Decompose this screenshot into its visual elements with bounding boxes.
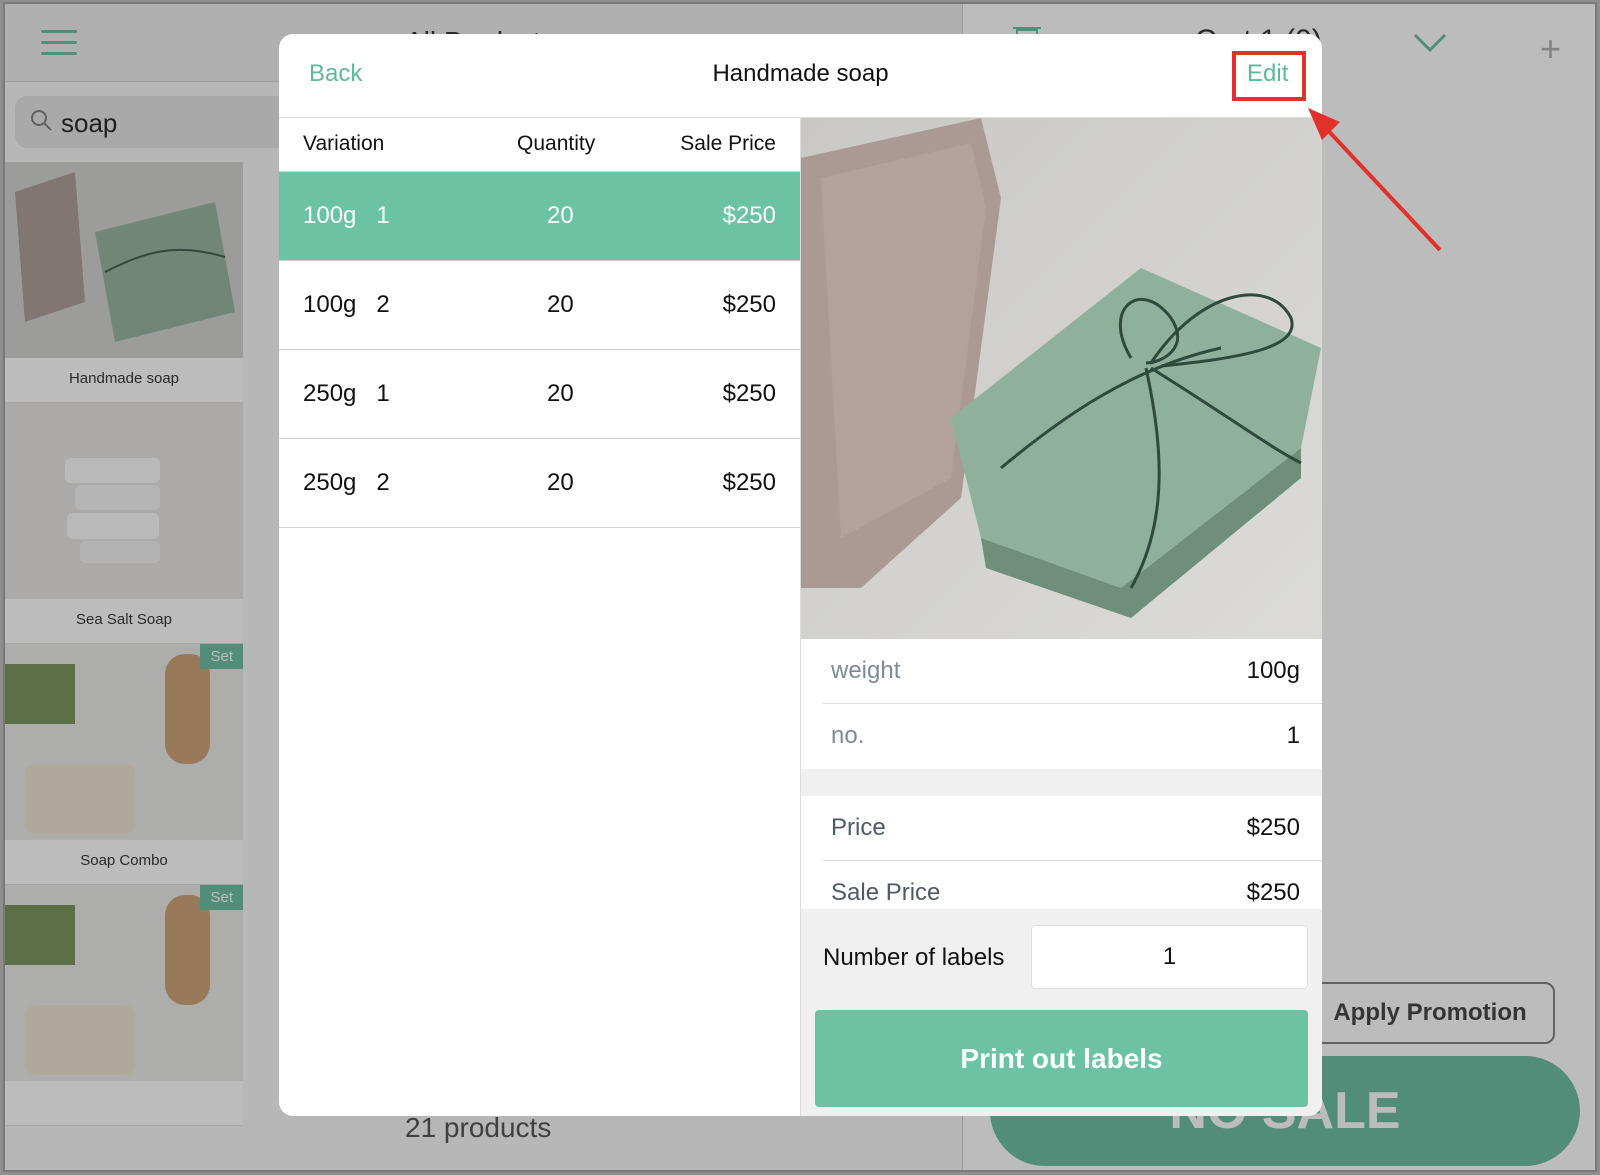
price-row: Price $250 xyxy=(823,796,1322,861)
table-row[interactable]: 100g 1 20 $250 xyxy=(279,172,800,261)
back-button[interactable]: Back xyxy=(309,60,362,88)
variation-cell: 250g 2 xyxy=(303,469,390,496)
quantity-cell: 20 xyxy=(547,291,574,318)
sale-price-cell: $250 xyxy=(722,291,776,318)
variation-table: Variation Quantity Sale Price 100g 1 20 … xyxy=(279,118,800,528)
arrow-annotation-icon xyxy=(1308,108,1442,252)
attribute-list: weight 100g no. 1 xyxy=(801,639,1322,769)
attribute-value: 100g xyxy=(1246,657,1300,684)
attribute-value: 1 xyxy=(1286,722,1300,749)
variation-cell: 250g 1 xyxy=(303,380,390,407)
sale-price-row: Sale Price $250 xyxy=(823,861,1322,909)
sale-price-cell: $250 xyxy=(722,202,776,229)
price-key: Sale Price xyxy=(831,879,941,906)
price-value: $250 xyxy=(1246,814,1300,841)
table-row[interactable]: 250g 2 20 $250 xyxy=(279,439,800,528)
quantity-cell: 20 xyxy=(547,202,574,229)
price-key: Price xyxy=(831,814,886,841)
attribute-key: no. xyxy=(831,722,865,749)
quantity-cell: 20 xyxy=(547,469,574,496)
price-value: $250 xyxy=(1246,879,1300,906)
variation-cell: 100g 2 xyxy=(303,291,390,318)
attribute-key: weight xyxy=(831,657,901,684)
number-of-labels-row: Number of labels 1 xyxy=(801,909,1322,999)
price-list: Price $250 Sale Price $250 xyxy=(801,796,1322,909)
column-header-sale-price: Sale Price xyxy=(680,132,776,155)
attribute-row-no: no. 1 xyxy=(823,704,1322,769)
column-header-variation: Variation xyxy=(303,132,385,155)
product-detail-modal: Handmade soap Back Edit Variation Quanti… xyxy=(279,34,1322,1116)
modal-header: Handmade soap Back Edit xyxy=(279,34,1322,118)
number-of-labels-label: Number of labels xyxy=(823,944,1005,971)
variation-detail-panel: weight 100g no. 1 Price $250 Sale Price … xyxy=(801,118,1322,1116)
edit-highlight-box xyxy=(1232,51,1306,101)
attribute-row-weight: weight 100g xyxy=(823,639,1322,704)
table-row[interactable]: 100g 2 20 $250 xyxy=(279,261,800,350)
sale-price-cell: $250 xyxy=(722,469,776,496)
print-labels-button[interactable]: Print out labels xyxy=(815,1010,1308,1107)
product-photo xyxy=(801,118,1322,639)
table-row[interactable]: 250g 1 20 $250 xyxy=(279,350,800,439)
quantity-cell: 20 xyxy=(547,380,574,407)
modal-title: Handmade soap xyxy=(712,60,889,87)
sale-price-cell: $250 xyxy=(722,380,776,407)
number-of-labels-input[interactable]: 1 xyxy=(1031,925,1308,989)
variation-cell: 100g 1 xyxy=(303,202,390,229)
column-header-quantity: Quantity xyxy=(517,132,596,155)
table-header: Variation Quantity Sale Price xyxy=(279,118,800,172)
